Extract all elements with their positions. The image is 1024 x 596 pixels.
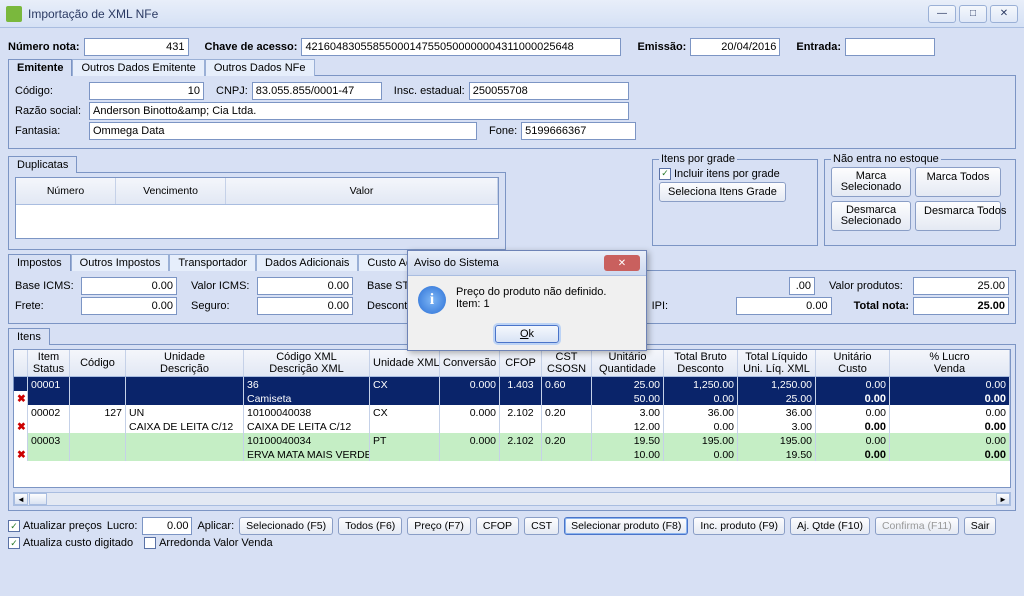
ipi-label: IPI: bbox=[652, 300, 732, 312]
cut-field: .00 bbox=[789, 277, 815, 295]
ie-label: Insc. estadual: bbox=[394, 85, 465, 97]
codigo-label: Código: bbox=[15, 85, 85, 97]
valor-icms-field[interactable]: 0.00 bbox=[257, 277, 353, 295]
frete-field[interactable]: 0.00 bbox=[81, 297, 177, 315]
cfop-button[interactable]: CFOP bbox=[476, 517, 519, 535]
total-nota-label: Total nota: bbox=[854, 300, 909, 312]
dialog-msg2: Item: 1 bbox=[456, 298, 606, 310]
tab-duplicatas[interactable]: Duplicatas bbox=[8, 156, 77, 173]
close-button[interactable]: ✕ bbox=[990, 5, 1018, 23]
inc-produto-button[interactable]: Inc. produto (F9) bbox=[693, 517, 785, 535]
sair-button[interactable]: Sair bbox=[964, 517, 997, 535]
desmarca-todos-button[interactable]: Desmarca Todos bbox=[915, 201, 1001, 231]
desmarca-selecionado-button[interactable]: Desmarca Selecionado bbox=[831, 201, 911, 231]
cnpj-field[interactable]: 83.055.855/0001-47 bbox=[252, 82, 382, 100]
dialog-ok-button[interactable]: Ok bbox=[495, 325, 559, 343]
tab-impostos[interactable]: Impostos bbox=[8, 254, 71, 271]
seguro-label: Seguro: bbox=[191, 300, 253, 312]
scroll-left-icon[interactable]: ◄ bbox=[14, 493, 28, 505]
valor-prod-label: Valor produtos: bbox=[829, 280, 909, 292]
valor-prod-field[interactable]: 25.00 bbox=[913, 277, 1009, 295]
seleciona-grade-button[interactable]: Seleciona Itens Grade bbox=[659, 182, 786, 202]
selecionar-produto-button[interactable]: Selecionar produto (F8) bbox=[564, 517, 688, 535]
tab-outros-impostos[interactable]: Outros Impostos bbox=[71, 254, 170, 271]
fone-field[interactable]: 5199666367 bbox=[521, 122, 636, 140]
tab-dados-adicionais[interactable]: Dados Adicionais bbox=[256, 254, 358, 271]
base-icms-label: Base ICMS: bbox=[15, 280, 77, 292]
confirma-button: Confirma (F11) bbox=[875, 517, 959, 535]
table-row[interactable]: 00002 127 UN 10100040038 CX 0.000 2.102 … bbox=[14, 405, 1010, 419]
marca-selecionado-button[interactable]: Marca Selecionado bbox=[831, 167, 911, 197]
lucro-field[interactable]: 0.00 bbox=[142, 517, 192, 535]
tab-itens[interactable]: Itens bbox=[8, 328, 50, 345]
numero-nota-label: Número nota: bbox=[8, 41, 80, 53]
frete-label: Frete: bbox=[15, 300, 77, 312]
arredonda-checkbox[interactable]: Arredonda Valor Venda bbox=[144, 537, 273, 549]
tab-outros-nfe[interactable]: Outros Dados NFe bbox=[205, 59, 315, 76]
preco-button[interactable]: Preço (F7) bbox=[407, 517, 471, 535]
emissao-field[interactable]: 20/04/2016 bbox=[690, 38, 780, 56]
h-scrollbar[interactable]: ◄ ► bbox=[13, 492, 1011, 506]
table-row[interactable]: ✖ Camiseta 50.00 0.00 25.00 0.00 0.00 bbox=[14, 391, 1010, 405]
maximize-button[interactable]: □ bbox=[959, 5, 987, 23]
aviso-dialog: Aviso do Sistema ✕ i Preço do produto nã… bbox=[407, 250, 647, 351]
seguro-field[interactable]: 0.00 bbox=[257, 297, 353, 315]
window-title: Importação de XML NFe bbox=[28, 7, 925, 21]
cnpj-label: CNPJ: bbox=[216, 85, 248, 97]
base-icms-field[interactable]: 0.00 bbox=[81, 277, 177, 295]
fone-label: Fone: bbox=[489, 125, 517, 137]
scroll-right-icon[interactable]: ► bbox=[996, 493, 1010, 505]
fantasia-label: Fantasia: bbox=[15, 125, 85, 137]
estoque-title: Não entra no estoque bbox=[831, 153, 941, 165]
delete-icon[interactable]: ✖ bbox=[14, 391, 28, 405]
aplicar-label: Aplicar: bbox=[197, 520, 234, 532]
table-row[interactable]: ✖ CAIXA DE LEITA C/12 CAIXA DE LEITA C/1… bbox=[14, 419, 1010, 433]
minimize-button[interactable]: — bbox=[928, 5, 956, 23]
selecionado-button[interactable]: Selecionado (F5) bbox=[239, 517, 333, 535]
app-icon bbox=[6, 6, 22, 22]
fantasia-field[interactable]: Ommega Data bbox=[89, 122, 477, 140]
delete-icon[interactable]: ✖ bbox=[14, 419, 28, 433]
cst-button[interactable]: CST bbox=[524, 517, 559, 535]
dup-h-numero: Número bbox=[16, 178, 116, 204]
grade-title: Itens por grade bbox=[659, 153, 737, 165]
valor-icms-label: Valor ICMS: bbox=[191, 280, 253, 292]
numero-nota-field[interactable]: 431 bbox=[84, 38, 189, 56]
table-row[interactable]: 00003 10100040034 PT 0.000 2.102 0.20 19… bbox=[14, 433, 1010, 447]
entrada-field[interactable] bbox=[845, 38, 935, 56]
todos-button[interactable]: Todos (F6) bbox=[338, 517, 402, 535]
razao-label: Razão social: bbox=[15, 105, 85, 117]
tab-emitente[interactable]: Emitente bbox=[8, 59, 72, 76]
lucro-label: Lucro: bbox=[107, 520, 138, 532]
aj-qtde-button[interactable]: Aj. Qtde (F10) bbox=[790, 517, 870, 535]
delete-icon[interactable]: ✖ bbox=[14, 447, 28, 461]
entrada-label: Entrada: bbox=[796, 41, 841, 53]
incluir-grade-checkbox[interactable]: ✓Incluir itens por grade bbox=[659, 168, 780, 180]
dup-h-valor: Valor bbox=[226, 178, 498, 204]
marca-todos-button[interactable]: Marca Todos bbox=[915, 167, 1001, 197]
atualiza-custo-checkbox[interactable]: ✓Atualiza custo digitado bbox=[8, 537, 133, 549]
ie-field[interactable]: 250055708 bbox=[469, 82, 629, 100]
razao-field[interactable]: Anderson Binotto&amp; Cia Ltda. bbox=[89, 102, 629, 120]
ipi-field[interactable]: 0.00 bbox=[736, 297, 832, 315]
chave-label: Chave de acesso: bbox=[205, 41, 298, 53]
table-row[interactable]: 00001 36 CX 0.000 1.403 0.60 25.00 1,250… bbox=[14, 377, 1010, 391]
dialog-title: Aviso do Sistema bbox=[414, 257, 499, 269]
emissao-label: Emissão: bbox=[637, 41, 686, 53]
atualizar-precos-checkbox[interactable]: ✓Atualizar preços bbox=[8, 520, 102, 532]
dup-h-venc: Vencimento bbox=[116, 178, 226, 204]
total-nota-field[interactable]: 25.00 bbox=[913, 297, 1009, 315]
dialog-close-button[interactable]: ✕ bbox=[604, 255, 640, 271]
info-icon: i bbox=[418, 286, 446, 314]
table-row[interactable]: ✖ ERVA MATA MAIS VERDE 10.00 0.00 19.50 … bbox=[14, 447, 1010, 461]
chave-field[interactable]: 4216048305585500014755050000000431100002… bbox=[301, 38, 621, 56]
tab-outros-emitente[interactable]: Outros Dados Emitente bbox=[72, 59, 204, 76]
codigo-field[interactable]: 10 bbox=[89, 82, 204, 100]
dialog-msg1: Preço do produto não definido. bbox=[456, 286, 606, 298]
tab-transportador[interactable]: Transportador bbox=[169, 254, 256, 271]
